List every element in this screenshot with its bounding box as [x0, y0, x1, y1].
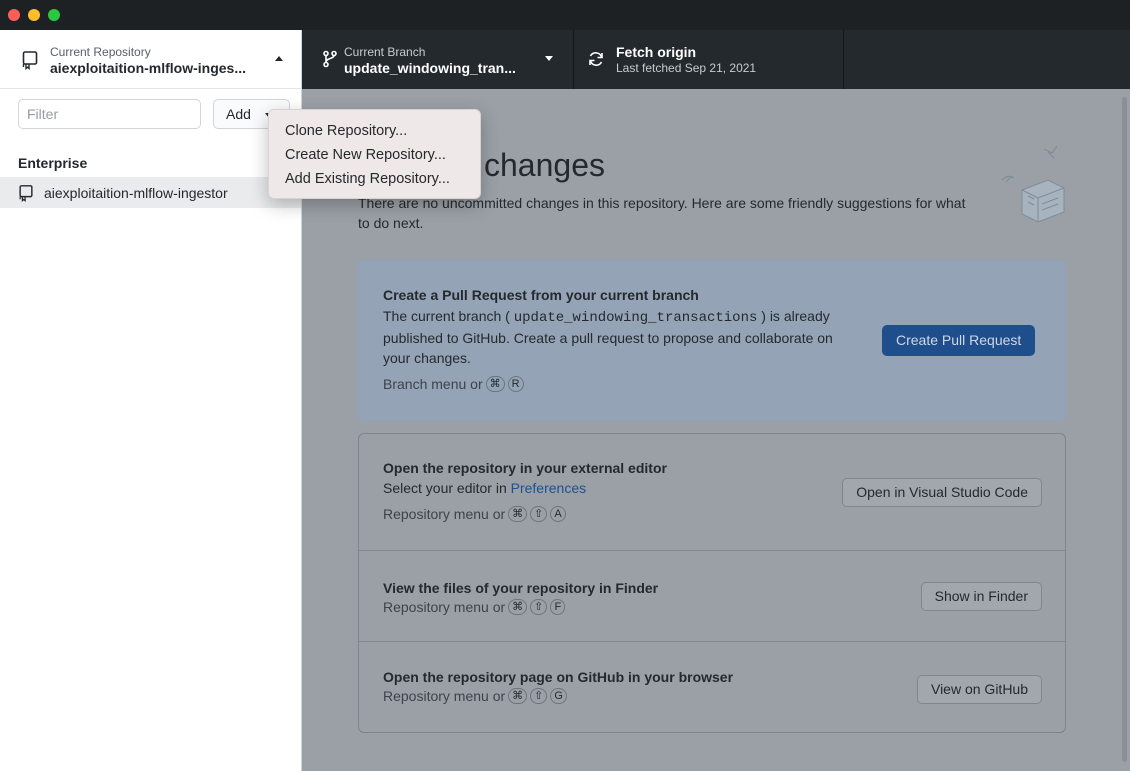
command-key: ⌘: [508, 506, 528, 522]
command-key: ⌘: [508, 599, 528, 615]
editor-text-prefix: Select your editor in: [383, 480, 507, 496]
repository-list-item-label: aiexploitaition-mlflow-ingestor: [44, 185, 228, 201]
github-shortcut-hint: Repository menu or ⌘ ⇧ G: [383, 688, 567, 704]
menu-item-add-existing-repository[interactable]: Add Existing Repository...: [269, 167, 480, 191]
sync-icon: [589, 52, 603, 66]
menu-item-clone-repository[interactable]: Clone Repository...: [269, 119, 480, 143]
repository-name: aiexploitaition-mlflow-inges...: [50, 60, 247, 76]
pull-request-description: The current branch ( update_windowing_tr…: [383, 306, 863, 368]
finder-shortcut-hint: Repository menu or ⌘ ⇧ F: [383, 599, 566, 615]
shortcut-hint-text: Repository menu or: [383, 599, 506, 615]
chevron-down-icon: [545, 56, 553, 61]
branch-name: update_windowing_tran...: [344, 60, 516, 76]
repository-icon: [22, 51, 38, 70]
finder-row: View the files of your repository in Fin…: [359, 551, 1065, 642]
shift-key: ⇧: [530, 599, 548, 615]
shift-key: ⇧: [530, 688, 548, 704]
scrollbar[interactable]: [1122, 97, 1127, 762]
add-repository-menu: Clone Repository... Create New Repositor…: [268, 109, 481, 199]
key-g: G: [550, 688, 567, 704]
command-key: ⌘: [485, 376, 505, 392]
key-a: A: [550, 506, 566, 522]
command-key: ⌘: [508, 688, 528, 704]
github-row: Open the repository page on GitHub in yo…: [359, 642, 1065, 732]
git-branch-icon: [323, 50, 337, 68]
chevron-up-icon: [275, 56, 283, 61]
editor-shortcut-hint: Repository menu or ⌘ ⇧ A: [383, 506, 566, 522]
shortcut-hint-text: Repository menu or: [383, 506, 506, 522]
editor-title: Open the repository in your external edi…: [383, 460, 667, 476]
fetch-origin-button[interactable]: Fetch origin Last fetched Sep 21, 2021: [574, 30, 844, 89]
pull-request-card: Create a Pull Request from your current …: [358, 260, 1066, 421]
repository-list-item[interactable]: aiexploitaition-mlflow-ingestor: [0, 177, 301, 208]
github-title: Open the repository page on GitHub in yo…: [383, 669, 734, 685]
page-title: l changes: [468, 147, 605, 183]
illustration-icon: [1001, 145, 1065, 223]
current-repository-button[interactable]: Current Repository aiexploitaition-mlflo…: [0, 30, 302, 89]
key-r: R: [507, 376, 524, 392]
pull-request-title: Create a Pull Request from your current …: [383, 287, 699, 303]
finder-title: View the files of your repository in Fin…: [383, 580, 659, 596]
menu-item-create-new-repository[interactable]: Create New Repository...: [269, 143, 480, 167]
key-f: F: [550, 599, 566, 615]
zoom-window-button[interactable]: [48, 9, 60, 21]
fetch-origin-label: Fetch origin: [616, 44, 697, 60]
show-in-finder-button[interactable]: Show in Finder: [920, 582, 1042, 611]
minimize-window-button[interactable]: [28, 9, 40, 21]
close-window-button[interactable]: [8, 9, 20, 21]
open-in-editor-button[interactable]: Open in Visual Studio Code: [842, 478, 1042, 507]
group-header-enterprise: Enterprise: [18, 155, 88, 171]
add-button-label: Add: [226, 106, 251, 122]
create-pull-request-button[interactable]: Create Pull Request: [882, 325, 1036, 356]
preferences-link[interactable]: Preferences: [511, 480, 586, 496]
editor-row: Open the repository in your external edi…: [359, 434, 1065, 551]
pull-request-text-before: The current branch (: [383, 308, 510, 324]
filter-input[interactable]: [18, 99, 201, 129]
repository-sidebar: Add Enterprise aiexploitaition-mlflow-in…: [0, 89, 302, 771]
intro-text: There are no uncommitted changes in this…: [358, 195, 966, 231]
shortcut-hint-text: Repository menu or: [383, 688, 506, 704]
pull-request-shortcut-hint: Branch menu or ⌘ R: [383, 376, 524, 392]
last-fetched-text: Last fetched Sep 21, 2021: [616, 61, 757, 75]
view-on-github-button[interactable]: View on GitHub: [916, 675, 1042, 704]
shortcut-hint-text: Branch menu or: [383, 376, 483, 392]
suggestions-card: Open the repository in your external edi…: [358, 433, 1066, 733]
current-branch-button[interactable]: Current Branch update_windowing_tran...: [302, 30, 574, 89]
repository-label: Current Repository: [50, 45, 151, 59]
title-bar: [0, 0, 1130, 30]
branch-name-code: update_windowing_transactions: [513, 310, 758, 326]
editor-text: Select your editor in Preferences: [383, 478, 586, 498]
shift-key: ⇧: [530, 506, 548, 522]
repository-icon: [19, 185, 33, 202]
branch-label: Current Branch: [344, 45, 426, 59]
